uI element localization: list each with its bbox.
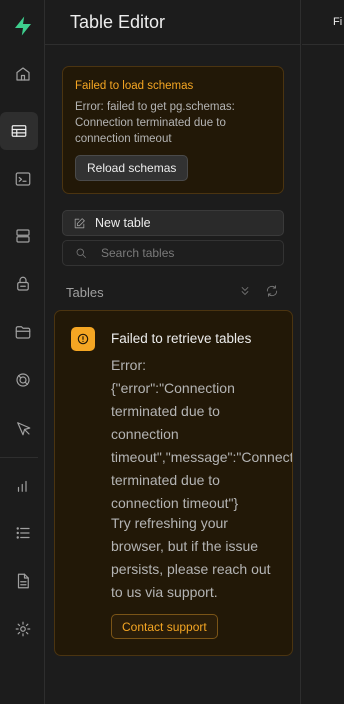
home-icon[interactable] — [0, 54, 45, 94]
storage-folder-icon[interactable] — [0, 312, 45, 352]
edge-functions-icon[interactable] — [0, 408, 45, 448]
contact-support-button[interactable]: Contact support — [111, 614, 218, 639]
page-title: Table Editor — [70, 12, 166, 32]
reports-icon[interactable] — [0, 466, 45, 506]
reload-schemas-button[interactable]: Reload schemas — [75, 155, 189, 181]
tables-error-title: Failed to retrieve tables — [111, 331, 252, 346]
tables-heading: Tables — [66, 285, 104, 300]
tables-error-alert: Failed to retrieve tables Error: {"error… — [54, 310, 293, 656]
auth-lock-icon[interactable] — [0, 264, 45, 304]
tables-error-hint: Try refreshing your browser, but if the … — [111, 515, 271, 600]
tables-error-message: Error: {"error":"Connection terminated d… — [111, 357, 293, 511]
editor-tab-label[interactable]: Fi — [333, 16, 342, 28]
nav-rail — [0, 0, 45, 704]
schema-error-message: Error: failed to get pg.schemas: Connect… — [75, 101, 235, 145]
search-tables-field[interactable] — [62, 240, 284, 266]
search-input[interactable] — [101, 246, 271, 260]
schema-error-title: Failed to load schemas — [75, 80, 194, 92]
schema-error-alert: Failed to load schemas Error: failed to … — [62, 66, 284, 194]
editor-header: Fi — [302, 0, 344, 45]
api-docs-icon[interactable] — [0, 561, 45, 601]
sql-editor-icon[interactable] — [0, 159, 45, 199]
collapse-icon[interactable] — [238, 284, 254, 300]
table-editor-icon[interactable] — [0, 111, 45, 151]
alert-circle-icon — [71, 327, 95, 351]
supabase-logo-icon[interactable] — [0, 6, 45, 46]
realtime-icon[interactable] — [0, 360, 45, 400]
settings-gear-icon[interactable] — [0, 609, 45, 649]
edit-icon — [74, 217, 85, 228]
database-icon[interactable] — [0, 216, 45, 256]
rail-divider — [0, 457, 38, 458]
search-icon — [76, 248, 86, 258]
refresh-icon[interactable] — [265, 284, 281, 300]
table-editor-panel: Table Editor Failed to load schemas Erro… — [45, 0, 301, 704]
new-table-label: New table — [95, 216, 151, 230]
editor-area: Fi — [302, 0, 344, 704]
new-table-button[interactable]: New table — [62, 210, 284, 236]
logs-list-icon[interactable] — [0, 513, 45, 553]
panel-header: Table Editor — [45, 0, 301, 45]
